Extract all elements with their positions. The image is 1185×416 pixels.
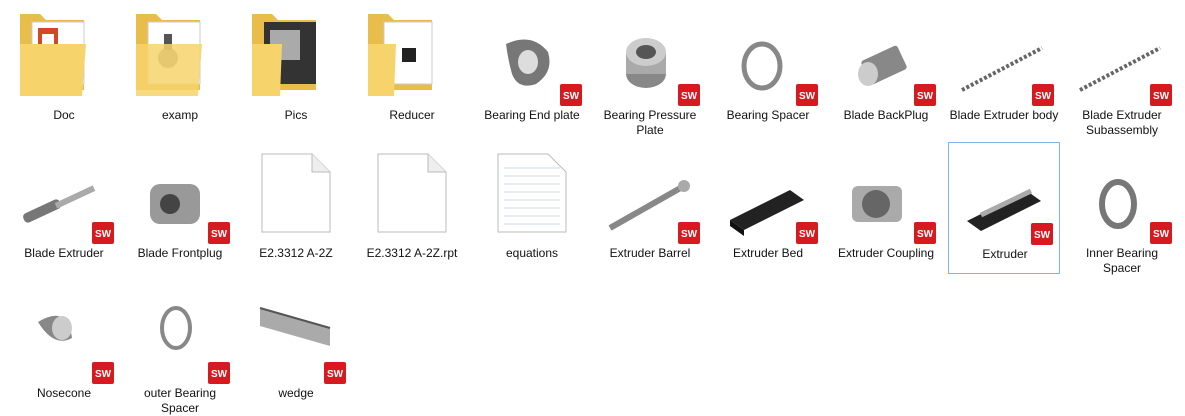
folder-examp-icon [136,14,202,96]
file-item[interactable]: SW Bearing End plate [476,4,588,136]
item-label: Pics [284,108,308,122]
item-label: Bearing Pressure Plate [603,108,697,137]
file-item[interactable]: SW Blade Extruder Subassembly [1066,4,1178,137]
blank-file-icon [261,153,331,233]
file-item[interactable]: SW Extruder Bed [712,142,824,274]
solidworks-icon: SW [92,362,114,384]
item-label: Bearing Spacer [726,108,810,122]
svg-text:SW: SW [327,369,344,380]
solidworks-icon: SW [1032,84,1054,106]
solidworks-icon: SW [678,222,700,244]
svg-text:SW: SW [917,91,934,102]
file-item[interactable]: E2.3312 A-2Z.rpt [356,142,468,274]
item-label: Extruder Coupling [837,246,935,260]
svg-text:SW: SW [211,369,228,380]
file-item[interactable]: SW Blade Extruder body [948,4,1060,136]
solidworks-icon: SW [92,222,114,244]
item-label: outer Bearing Spacer [143,386,217,415]
item-label: Extruder [982,247,1028,261]
svg-text:SW: SW [917,229,934,240]
item-label: Blade Extruder body [949,108,1059,122]
svg-text:SW: SW [799,229,816,240]
folder-reducer-icon [368,14,433,96]
item-label: Doc [53,108,75,122]
svg-text:SW: SW [681,229,698,240]
file-item[interactable]: SW Blade Frontplug [124,142,236,274]
file-item[interactable]: SW Extruder Barrel [594,142,706,274]
item-label: Blade Frontplug [137,246,223,260]
item-label: Blade BackPlug [843,108,929,122]
file-item[interactable]: Doc [8,4,120,136]
item-label: Blade Extruder [24,246,104,260]
item-label: wedge [278,386,314,400]
text-file-icon [497,153,567,233]
item-label: E2.3312 A-2Z.rpt [366,246,458,260]
svg-text:SW: SW [211,229,228,240]
item-label: Reducer [389,108,435,122]
file-item[interactable]: SW wedge [240,282,352,414]
svg-text:SW: SW [1034,230,1051,241]
file-item[interactable]: SW Bearing Pressure Plate [594,4,706,137]
file-item[interactable]: SW Blade Extruder [8,142,120,274]
file-item[interactable]: SW Bearing Spacer [712,4,824,136]
file-item[interactable]: SW Blade BackPlug [830,4,942,136]
solidworks-icon: SW [560,84,582,106]
svg-text:SW: SW [1035,91,1052,102]
solidworks-icon: SW [914,84,936,106]
svg-text:SW: SW [799,91,816,102]
svg-text:SW: SW [95,229,112,240]
svg-text:SW: SW [681,91,698,102]
solidworks-icon: SW [208,362,230,384]
file-item[interactable]: E2.3312 A-2Z [240,142,352,274]
solidworks-icon: SW [678,84,700,106]
item-label: Blade Extruder Subassembly [1082,108,1162,137]
item-label: E2.3312 A-2Z [259,246,333,260]
item-label: Extruder Barrel [609,246,691,260]
file-item-selected[interactable]: SW Extruder [948,142,1060,274]
svg-text:SW: SW [95,369,112,380]
file-item[interactable]: equations [476,142,588,274]
file-item[interactable]: SW Inner Bearing Spacer [1066,142,1178,275]
solidworks-icon: SW [324,362,346,384]
item-label: Nosecone [36,386,92,400]
svg-text:SW: SW [1153,229,1170,240]
solidworks-icon: SW [1150,84,1172,106]
file-item[interactable]: Pics [240,4,352,136]
solidworks-icon: SW [796,222,818,244]
svg-text:SW: SW [1153,91,1170,102]
solidworks-icon: SW [796,84,818,106]
file-item[interactable]: Reducer [356,4,468,136]
item-label: equations [505,246,559,260]
folder-pics-icon [252,14,316,96]
item-label: Bearing End plate [484,108,580,122]
solidworks-icon: SW [1031,223,1053,245]
item-label: examp [161,108,199,122]
item-label: Inner Bearing Spacer [1085,246,1159,275]
file-item[interactable]: SW Nosecone [8,282,120,414]
item-label: Extruder Bed [732,246,804,260]
solidworks-icon: SW [1150,222,1172,244]
folder-doc-icon [20,14,86,96]
file-item[interactable]: SW outer Bearing Spacer [124,282,236,415]
file-item[interactable]: examp [124,4,236,136]
svg-text:SW: SW [563,91,580,102]
solidworks-icon: SW [208,222,230,244]
solidworks-icon: SW [914,222,936,244]
blank-file-icon [377,153,447,233]
file-item[interactable]: SW Extruder Coupling [830,142,942,274]
